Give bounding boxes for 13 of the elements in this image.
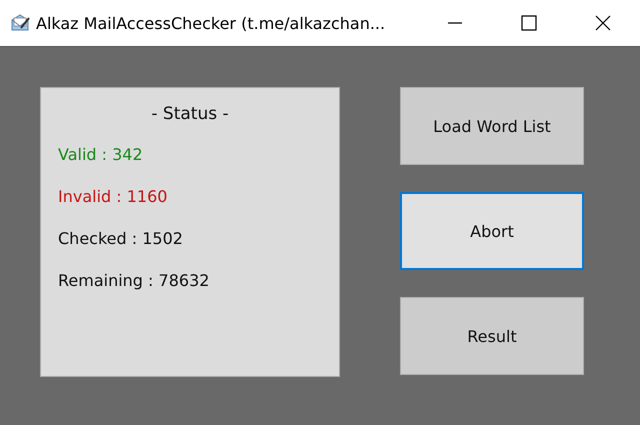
maximize-icon	[521, 15, 537, 31]
status-count: Invalid : 1160	[58, 187, 168, 206]
action-button[interactable]: Abort	[400, 192, 584, 270]
action-button[interactable]: Result	[400, 297, 584, 375]
action-button[interactable]: Load Word List	[400, 87, 584, 165]
close-icon	[595, 15, 611, 31]
status-count: Valid : 342	[58, 145, 144, 164]
status-heading: - Status -	[150, 104, 230, 124]
status-count: Remaining : 78632	[58, 271, 210, 290]
minimize-icon	[447, 22, 463, 24]
mail-icon	[10, 13, 30, 33]
status-count: Checked : 1502	[58, 229, 184, 248]
window-title: Alkaz MailAccessChecker (t.me/alkazchan...	[36, 14, 386, 32]
